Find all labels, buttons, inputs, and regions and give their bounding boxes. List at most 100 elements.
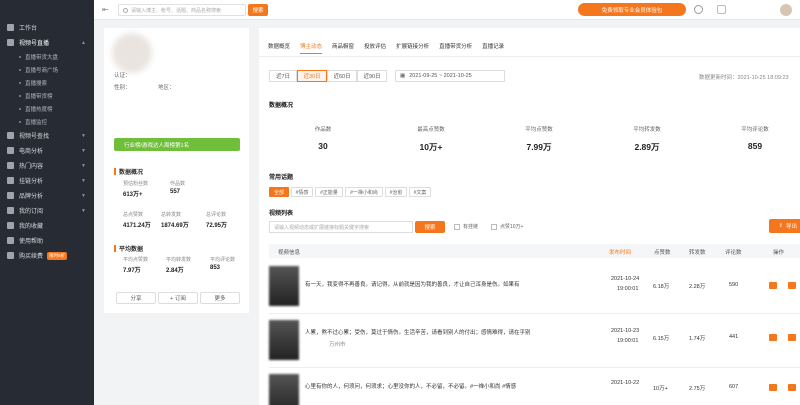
range-90d[interactable]: 近90日 — [357, 70, 387, 82]
video-action-icon[interactable] — [769, 334, 777, 341]
sidebar-subitem[interactable]: 直播监控 — [0, 115, 94, 128]
video-thumbnail[interactable] — [269, 374, 299, 405]
stat-works: 作品数 557 — [170, 181, 186, 195]
sidebar-item-subscribe[interactable]: 我的订阅 ▼ — [0, 203, 94, 218]
tab-ad-eval[interactable]: 投放评估 — [364, 42, 386, 54]
sidebar-item-workbench[interactable]: 工作台 — [0, 20, 94, 35]
table-row[interactable]: 有一天，我变得不再善良。请记得，从前就是因为我的善良，才让自己浑身是伤。如果有 … — [269, 260, 800, 314]
search-icon — [123, 7, 128, 13]
range-30d[interactable]: 近30日 — [297, 70, 327, 82]
gender-label: 性别： — [114, 85, 131, 91]
rank-tag: 行业榜/游戏达人周榜第1名 — [114, 138, 240, 151]
cart-icon — [7, 147, 14, 154]
chevron-down-icon: ▼ — [81, 148, 86, 154]
topic-chip[interactable]: #情感 — [291, 187, 313, 197]
video-search-button[interactable]: 搜索 — [415, 221, 445, 233]
checkbox-likes-100k[interactable]: 点赞10万+ — [491, 223, 523, 230]
chevron-down-icon: ▼ — [81, 163, 86, 169]
promo-banner[interactable]: 免费领取专业会员体验包 — [578, 3, 686, 16]
more-button[interactable]: 更多 — [200, 292, 240, 304]
link-action-icon[interactable] — [788, 282, 796, 289]
topic-all[interactable]: 全部 — [269, 187, 289, 197]
sidebar-subitem[interactable]: 直播搜索 — [0, 76, 94, 89]
topic-chip[interactable]: #治愈 — [385, 187, 407, 197]
share-button[interactable]: 分享 — [116, 292, 156, 304]
video-thumbnail[interactable] — [269, 266, 299, 306]
overview-avg-likes: 平均点赞数 7.99万 — [525, 127, 553, 152]
subscribe-icon — [7, 207, 14, 214]
sidebar-subitem[interactable]: 直播带货大盘 — [0, 50, 94, 63]
stat-likes: 总点赞数 4171.24万 — [123, 212, 151, 229]
tab-products[interactable]: 商品橱窗 — [332, 42, 354, 54]
calendar-icon: ▦ — [400, 73, 406, 79]
sort-likes[interactable]: 点赞数 — [654, 248, 671, 256]
avg-comments: 平均评论数 853 — [210, 257, 236, 271]
link-action-icon[interactable] — [788, 384, 796, 391]
avg-data-title: 平均数据 — [114, 244, 143, 253]
table-row[interactable]: 心里有你的人，何须问，何须求；心里没你的人，不必留，不必留。#一禅小和尚 #情感… — [269, 368, 800, 405]
live-icon — [7, 39, 14, 46]
video-list-title: 视频列表 — [269, 211, 294, 217]
upload-icon: ⇪ — [778, 223, 783, 229]
sidebar-item-help[interactable]: 使用帮助 — [0, 233, 94, 248]
sidebar-item-purchase[interactable]: 购买续费 限时5折 — [0, 248, 94, 263]
search-video-icon — [7, 132, 14, 139]
brand-icon — [7, 192, 14, 199]
search-input[interactable]: 请输入博主、帐号、话题、商品名称搜索 — [118, 4, 246, 16]
sidebar-item-brand[interactable]: 品牌分析 ▼ — [0, 188, 94, 203]
topic-chip[interactable]: #文案 — [409, 187, 431, 197]
video-thumbnail[interactable] — [269, 320, 299, 360]
subscribe-button[interactable]: + 订阅 — [158, 292, 198, 304]
home-icon — [7, 24, 14, 31]
export-button[interactable]: ⇪ 导出 — [769, 219, 800, 233]
chevron-down-icon: ▼ — [81, 178, 86, 184]
topic-chip[interactable]: #正能量 — [315, 187, 343, 197]
sidebar-subitem[interactable]: 直播带货榜 — [0, 89, 94, 102]
sidebar-item-link[interactable]: 挂链分析 ▼ — [0, 173, 94, 188]
auth-label: 认证： — [114, 73, 131, 79]
search-button[interactable]: 搜索 — [248, 4, 268, 16]
video-action-icon[interactable] — [769, 282, 777, 289]
compass-icon[interactable] — [694, 5, 703, 14]
chevron-down-icon: ▼ — [81, 193, 86, 199]
tab-link-analysis[interactable]: 扩展链接分析 — [396, 42, 429, 54]
chevron-down-icon: ▼ — [81, 208, 86, 214]
tab-overview[interactable]: 数据概览 — [268, 42, 290, 54]
collapse-menu-icon[interactable]: ⇤ — [102, 5, 109, 14]
location: 万州市 — [329, 342, 346, 348]
tab-live-records[interactable]: 直播记录 — [482, 42, 504, 54]
overview-max-likes: 最高点赞数 10万+ — [417, 127, 445, 152]
link-action-icon[interactable] — [788, 334, 796, 341]
range-60d[interactable]: 近60日 — [327, 70, 357, 82]
star-icon — [7, 222, 14, 229]
sort-comments[interactable]: 评论数 — [725, 248, 742, 256]
topic-chip[interactable]: #一禅小和尚 — [345, 187, 383, 197]
checkbox-has-link[interactable]: 有挂链 — [454, 223, 478, 230]
range-7d[interactable]: 近7日 — [269, 70, 297, 82]
tab-bar: 数据概览 博主动态 商品橱窗 投放评估 扩展链接分析 直播带货分析 直播记录 — [268, 42, 504, 54]
cart-icon — [7, 252, 14, 259]
tab-live-sales[interactable]: 直播带货分析 — [439, 42, 472, 54]
table-row[interactable]: 人累，熬不过心累；受伤，莫过于情伤。生活辛苦，请看到别人的付出；感情难得，请在乎… — [269, 314, 800, 368]
sidebar-item-video-search[interactable]: 视频号查找 ▼ — [0, 128, 94, 143]
sidebar-item-ecommerce[interactable]: 电商分析 ▼ — [0, 143, 94, 158]
avg-likes: 平均点赞数 7.97万 — [123, 257, 149, 274]
video-search-input[interactable]: 请输入视频动态或扩展链接标题关键字搜索 — [269, 221, 413, 233]
overview-title: 数据概况 — [269, 103, 294, 109]
table-header: 视频信息 发布时间 点赞数 转发数 评论数 操作 — [269, 244, 800, 258]
tab-blogger-updates[interactable]: 博主动态 — [300, 42, 323, 54]
help-icon — [7, 237, 14, 244]
update-time: 数据更新时间：2021-10-25 18:09:23 — [699, 75, 789, 81]
sidebar-item-hot[interactable]: 热门内容 ▼ — [0, 158, 94, 173]
sidebar-item-live[interactable]: 视频号直播 ▲ — [0, 35, 94, 50]
sort-shares[interactable]: 转发数 — [689, 248, 706, 256]
sort-publish-time[interactable]: 发布时间 — [609, 248, 631, 256]
avatar[interactable] — [780, 4, 792, 16]
date-range-picker[interactable]: ▦ 2021-09-25 ~ 2021-10-25 — [395, 70, 505, 82]
sidebar-subitem[interactable]: 直播热度榜 — [0, 102, 94, 115]
bell-icon[interactable] — [717, 5, 726, 14]
sidebar-item-favorites[interactable]: 我的收藏 — [0, 218, 94, 233]
promo-badge: 限时5折 — [47, 251, 68, 260]
sidebar-subitem[interactable]: 直播号商广场 — [0, 63, 94, 76]
video-action-icon[interactable] — [769, 384, 777, 391]
